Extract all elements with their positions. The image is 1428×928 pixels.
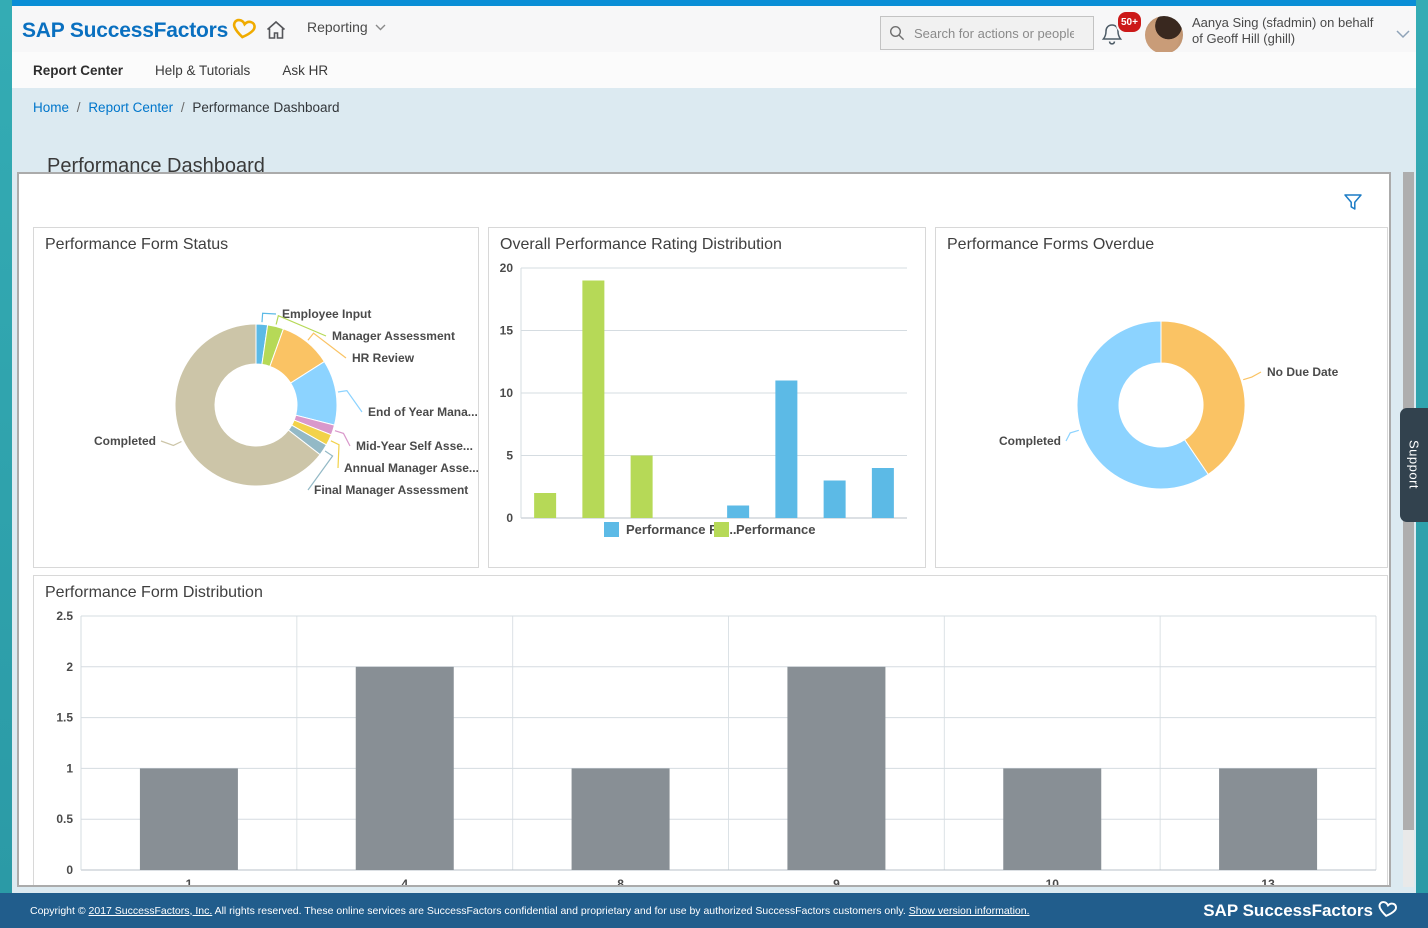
home-icon[interactable] — [264, 18, 290, 42]
footer: Copyright © 2017 SuccessFactors, Inc. Al… — [0, 893, 1428, 928]
breadcrumb-current: Performance Dashboard — [192, 100, 339, 115]
search-input[interactable] — [912, 25, 1076, 42]
footer-text: All rights reserved. These online servic… — [212, 905, 908, 917]
svg-text:Mid-Year Self Asse...: Mid-Year Self Asse... — [356, 439, 473, 453]
global-search[interactable] — [880, 16, 1094, 50]
svg-text:10: 10 — [500, 386, 514, 400]
breadcrumb-home-link[interactable]: Home — [33, 100, 69, 115]
search-icon — [889, 25, 905, 41]
svg-text:0: 0 — [66, 863, 73, 877]
footer-sap-logo: SAP SuccessFactors — [1203, 898, 1398, 924]
svg-text:1.5: 1.5 — [56, 711, 73, 725]
breadcrumb-separator: / — [177, 100, 189, 115]
reporting-label: Reporting — [307, 19, 368, 35]
logo-heart-icon — [228, 13, 260, 48]
user-menu-chevron-icon[interactable] — [1396, 26, 1410, 44]
donut-chart-performance-forms-overdue: No Due Date Completed — [936, 228, 1387, 567]
filter-icon[interactable] — [1343, 192, 1365, 214]
tab-ask-hr[interactable]: Ask HR — [282, 63, 328, 78]
bar-chart-overall-performance-rating: 0 5 10 15 20 Performance Ra...Performance — [489, 228, 925, 567]
chart-title: Performance Form Distribution — [45, 584, 263, 602]
bar-chart-performance-form-distribution: 0 0.5 1 1.5 2 2.5 1 4 8 9 10 13 — [34, 576, 1387, 887]
reporting-menu[interactable]: Reporting — [307, 19, 386, 35]
chart-title: Performance Form Status — [45, 236, 228, 254]
svg-text:8: 8 — [617, 877, 624, 887]
module-tab-bar: Report Center Help & Tutorials Ask HR — [12, 52, 1416, 88]
breadcrumb-separator: / — [73, 100, 85, 115]
svg-text:1: 1 — [186, 877, 193, 887]
user-name-line1: Aanya Sing (sfadmin) on behalf — [1192, 15, 1373, 31]
footer-copyright: Copyright © 2017 SuccessFactors, Inc. Al… — [30, 905, 1030, 917]
svg-text:5: 5 — [506, 449, 513, 463]
donut-chart-performance-form-status: Employee Input Manager Assessment HR Revie… — [34, 228, 478, 567]
footer-logo-text: SAP SuccessFactors — [1203, 901, 1373, 921]
user-menu[interactable]: Aanya Sing (sfadmin) on behalf of Geoff … — [1192, 15, 1373, 47]
svg-text:Completed: Completed — [94, 434, 156, 448]
svg-text:4: 4 — [401, 877, 408, 887]
svg-text:0: 0 — [506, 511, 513, 525]
footer-version-link[interactable]: Show version information. — [909, 905, 1030, 917]
user-name-line2: of Geoff Hill (ghill) — [1192, 31, 1373, 47]
svg-text:Manager Assessment: Manager Assessment — [332, 329, 455, 343]
top-utility-bar: SAP SuccessFactors Reporting 50+ Aanya S… — [12, 6, 1416, 53]
svg-text:Performance Ra...: Performance Ra... — [626, 522, 737, 537]
footer-heart-icon — [1374, 896, 1400, 925]
chart-title: Overall Performance Rating Distribution — [500, 236, 782, 254]
footer-company-link[interactable]: 2017 SuccessFactors, Inc. — [89, 905, 213, 917]
notification-count-badge: 50+ — [1116, 10, 1143, 34]
support-tab-label: Support — [1407, 440, 1422, 489]
svg-text:End of Year Mana...: End of Year Mana... — [368, 405, 478, 419]
chart-card-overall-performance-rating: Overall Performance Rating Distribution … — [488, 227, 926, 568]
svg-text:20: 20 — [500, 261, 514, 275]
chart-title: Performance Forms Overdue — [947, 236, 1154, 254]
svg-text:Performance: Performance — [736, 522, 815, 537]
chevron-down-icon — [375, 24, 386, 31]
dashboard-panel: Performance Form Status Employee Input Ma… — [17, 172, 1391, 887]
support-tab[interactable]: Support — [1400, 408, 1428, 522]
svg-text:Final Manager Assessment: Final Manager Assessment — [314, 483, 468, 497]
window-border-left — [0, 0, 12, 893]
svg-text:9: 9 — [833, 877, 840, 887]
tab-report-center[interactable]: Report Center — [33, 63, 123, 78]
breadcrumb: Home / Report Center / Performance Dashb… — [33, 100, 339, 115]
tab-help-tutorials[interactable]: Help & Tutorials — [155, 63, 250, 78]
chart-card-performance-form-status: Performance Form Status Employee Input Ma… — [33, 227, 479, 568]
svg-text:1: 1 — [66, 761, 73, 775]
breadcrumb-report-center-link[interactable]: Report Center — [88, 100, 173, 115]
vertical-scrollbar[interactable] — [1403, 172, 1414, 887]
notifications-button[interactable]: 50+ — [1100, 16, 1140, 52]
svg-text:Completed: Completed — [999, 434, 1061, 448]
user-avatar[interactable] — [1145, 16, 1183, 54]
svg-text:13: 13 — [1261, 877, 1275, 887]
sap-successfactors-window: SAP SuccessFactors Reporting 50+ Aanya S… — [0, 0, 1428, 928]
logo-text: SAP SuccessFactors — [22, 19, 228, 43]
svg-text:0.5: 0.5 — [56, 812, 73, 826]
footer-text: Copyright © — [30, 905, 89, 917]
svg-text:15: 15 — [500, 324, 514, 338]
svg-text:Annual Manager Asse...: Annual Manager Asse... — [344, 461, 478, 475]
svg-text:2: 2 — [66, 660, 73, 674]
chart-card-performance-forms-overdue: Performance Forms Overdue No Due Date Com… — [935, 227, 1388, 568]
sap-successfactors-logo[interactable]: SAP SuccessFactors — [22, 15, 257, 46]
chart-card-performance-form-distribution: Performance Form Distribution 0 0.5 1 1.5 2 2… — [33, 575, 1388, 887]
svg-text:No Due Date: No Due Date — [1267, 365, 1339, 379]
svg-text:HR Review: HR Review — [352, 351, 415, 365]
svg-text:Employee Input: Employee Input — [282, 307, 371, 321]
svg-text:10: 10 — [1046, 877, 1060, 887]
svg-text:2.5: 2.5 — [56, 609, 73, 623]
